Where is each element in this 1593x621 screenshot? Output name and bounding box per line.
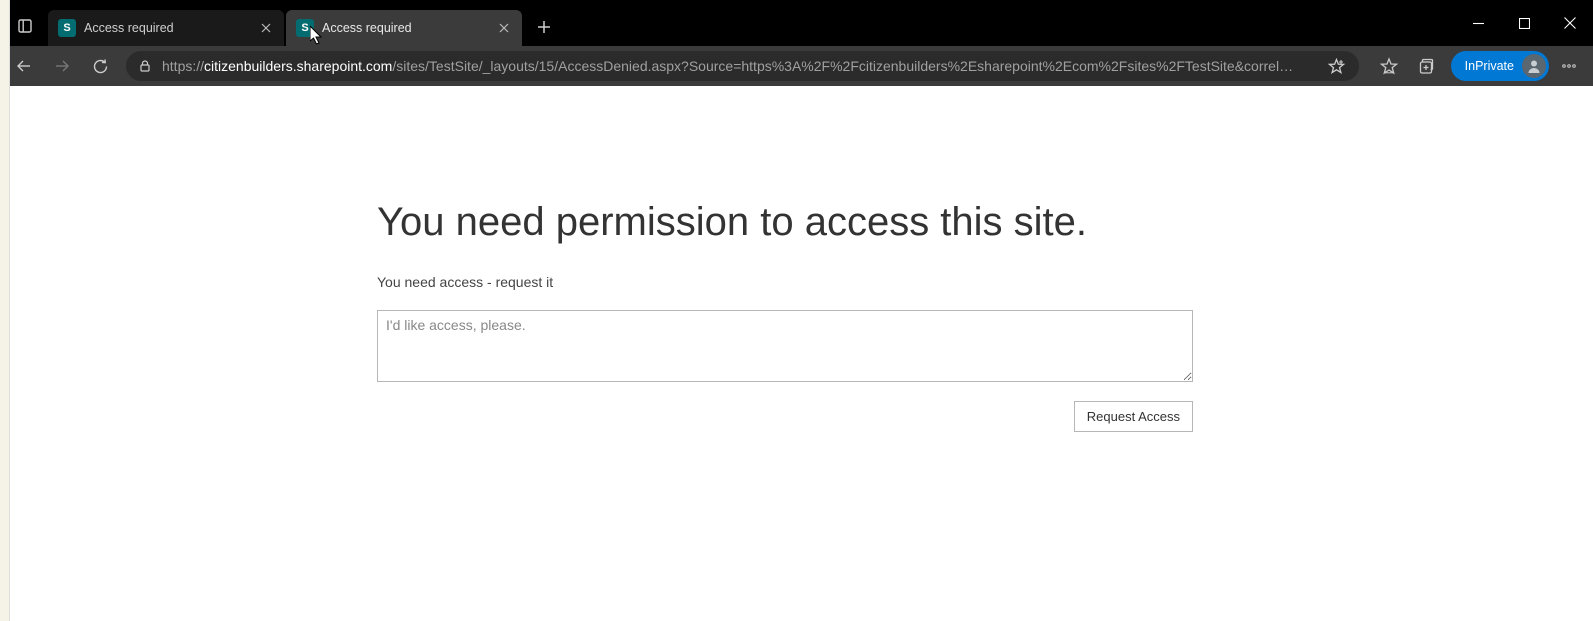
tab-title: Access required xyxy=(84,21,248,35)
window-controls xyxy=(1455,0,1593,46)
button-row: Request Access xyxy=(377,401,1193,432)
page-content: You need permission to access this site.… xyxy=(0,86,1593,621)
url-host: citizenbuilders.sharepoint.com xyxy=(204,58,392,74)
forward-button[interactable] xyxy=(44,50,80,82)
url-text: https://citizenbuilders.sharepoint.com/s… xyxy=(162,58,1311,74)
collections-button[interactable] xyxy=(1409,50,1445,82)
minimize-button[interactable] xyxy=(1455,0,1501,46)
favorite-star-button[interactable] xyxy=(1321,51,1353,81)
access-denied-panel: You need permission to access this site.… xyxy=(377,86,1197,432)
tab-close-button[interactable] xyxy=(494,18,514,38)
background-app-sliver xyxy=(0,0,10,621)
tab-title: Access required xyxy=(322,21,486,35)
access-request-message-input[interactable] xyxy=(377,310,1193,382)
address-bar-actions xyxy=(1321,51,1353,81)
page-subtext: You need access - request it xyxy=(377,274,1197,290)
sharepoint-favicon-icon: S xyxy=(296,19,314,37)
tab-close-button[interactable] xyxy=(256,18,276,38)
profile-avatar-icon xyxy=(1522,54,1546,78)
tab-1[interactable]: S Access required xyxy=(48,10,284,46)
url-prefix: https:// xyxy=(162,58,204,74)
tab-2[interactable]: S Access required xyxy=(286,10,522,46)
inprivate-label: InPrivate xyxy=(1465,59,1514,73)
tab-actions-button[interactable] xyxy=(8,9,42,43)
inprivate-indicator[interactable]: InPrivate xyxy=(1451,51,1549,81)
browser-title-bar: S Access required S Access required xyxy=(0,0,1593,46)
refresh-button[interactable] xyxy=(82,50,118,82)
browser-toolbar: https://citizenbuilders.sharepoint.com/s… xyxy=(0,46,1593,86)
request-access-button[interactable]: Request Access xyxy=(1074,401,1193,432)
page-heading: You need permission to access this site. xyxy=(377,198,1197,246)
sharepoint-favicon-icon: S xyxy=(58,19,76,37)
toolbar-right: InPrivate xyxy=(1371,50,1587,82)
maximize-button[interactable] xyxy=(1501,0,1547,46)
close-window-button[interactable] xyxy=(1547,0,1593,46)
back-button[interactable] xyxy=(6,50,42,82)
url-path: /sites/TestSite/_layouts/15/AccessDenied… xyxy=(392,58,1293,74)
tab-strip: S Access required S Access required xyxy=(48,0,560,46)
settings-menu-button[interactable] xyxy=(1551,50,1587,82)
new-tab-button[interactable] xyxy=(528,11,560,43)
address-bar[interactable]: https://citizenbuilders.sharepoint.com/s… xyxy=(126,51,1359,81)
favorites-button[interactable] xyxy=(1371,50,1407,82)
site-info-lock-icon[interactable] xyxy=(138,59,152,73)
